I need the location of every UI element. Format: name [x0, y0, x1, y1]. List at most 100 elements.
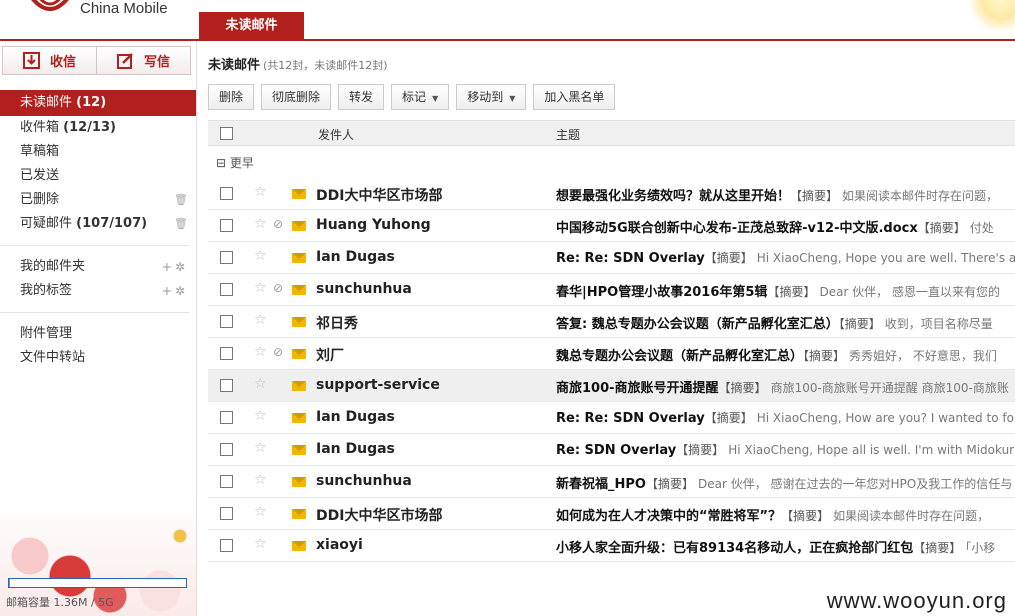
mail-preview: 如果阅读本邮件时存在问题，: [833, 509, 990, 523]
mail-subject-line: Re: Re: SDN Overlay【摘要】 Hi XiaoCheng, How…: [556, 409, 1015, 426]
row-checkbox[interactable]: [220, 315, 233, 328]
select-all-checkbox[interactable]: [220, 127, 233, 140]
star-icon[interactable]: ☆: [254, 344, 267, 360]
mail-row[interactable]: ☆ xiaoyi 小移人家全面升级：已有89134名移动人，正在疯抢部门红包【摘要】…: [208, 530, 1015, 562]
mark-label: 标记: [402, 90, 427, 104]
row-checkbox[interactable]: [220, 187, 233, 200]
mail-subject-line: 想要最强化业务绩效吗？就从这里开始！【摘要】 如果阅读本邮件时存在问题，: [556, 185, 998, 204]
summary-tag: 【摘要】: [645, 477, 694, 491]
mail-table-header: 发件人 主题: [208, 120, 1015, 146]
mail-preview: Hi XiaoCheng, Hope all is well. I'm with…: [728, 443, 1015, 457]
sidebar-divider: [0, 312, 189, 313]
compose-label: 写信: [143, 55, 170, 70]
star-icon[interactable]: ☆: [254, 184, 267, 200]
compose-button[interactable]: 写信: [96, 47, 190, 74]
mail-row[interactable]: ☆ Ian Dugas Re: SDN Overlay【摘要】 Hi XiaoChen…: [208, 434, 1015, 466]
trash-icon[interactable]: 🗑: [174, 212, 188, 236]
mail-preview: Dear 伙伴， 感谢在过去的一年您对HPO及我工作的信任与: [697, 477, 1013, 491]
mail-subject-line: 魏总专题办公会议题（新产品孵化室汇总）【摘要】 秀秀姐好， 不好意思，我们: [556, 345, 997, 364]
mail-row[interactable]: ☆ DDI大中华区市场部 如何成为在人才决策中的“常胜将军”？【摘要】 如果阅读本邮件…: [208, 498, 1015, 530]
folder-suspicious[interactable]: 可疑邮件 (107/107) 🗑: [0, 212, 196, 236]
mail-row[interactable]: ☆ ⊘ Huang Yuhong 中国移动5G联合创新中心发布-正茂总致辞-v12-中…: [208, 210, 1015, 242]
star-icon[interactable]: ☆: [254, 280, 267, 296]
folder-deleted[interactable]: 已删除 🗑: [0, 188, 196, 212]
folder-sent[interactable]: 已发送: [0, 164, 196, 188]
star-icon[interactable]: ☆: [254, 376, 267, 392]
folder-count: (12/13): [63, 120, 116, 135]
move-to-dropdown[interactable]: 移动到 ▼: [456, 84, 527, 110]
my-tags-label: 我的标签: [20, 283, 73, 298]
row-checkbox[interactable]: [220, 219, 233, 232]
folder-count: (107/107): [76, 216, 148, 231]
row-checkbox[interactable]: [220, 507, 233, 520]
mail-row[interactable]: ☆ Ian Dugas Re: Re: SDN Overlay【摘要】 Hi Xiao…: [208, 402, 1015, 434]
brand-name: China Mobile: [80, 0, 168, 17]
star-icon[interactable]: ☆: [254, 248, 267, 264]
mail-subject: 春华|HPO管理小故事2016年第5辑: [556, 285, 768, 300]
add-settings-icon[interactable]: +✲: [162, 255, 188, 279]
storage-quota-text: 邮箱容量 1.36M / 5G: [6, 596, 114, 609]
row-checkbox[interactable]: [220, 379, 233, 392]
row-checkbox[interactable]: [220, 539, 233, 552]
mail-subject: 如何成为在人才决策中的“常胜将军”？: [556, 509, 782, 524]
folder-drafts[interactable]: 草稿箱: [0, 140, 196, 164]
row-checkbox[interactable]: [220, 283, 233, 296]
add-settings-icon[interactable]: +✲: [162, 279, 188, 303]
mail-sender: 祁日秀: [316, 316, 358, 332]
column-subject[interactable]: 主题: [556, 126, 580, 143]
header-decoration: [965, 0, 1015, 30]
my-tags[interactable]: 我的标签 +✲: [0, 279, 196, 303]
mail-sender: Ian Dugas: [316, 249, 395, 265]
toolbar: 删除 彻底删除 转发 标记 ▼ 移动到 ▼ 加入黑名单: [208, 84, 616, 110]
mail-subject-line: 答复: 魏总专题办公会议题（新产品孵化室汇总）【摘要】 收到，项目名称尽量: [556, 313, 993, 332]
unread-envelope-icon: [292, 541, 306, 551]
attachment-management[interactable]: 附件管理: [0, 322, 196, 346]
row-checkbox[interactable]: [220, 251, 233, 264]
unread-envelope-icon: [292, 445, 306, 455]
trash-icon[interactable]: 🗑: [174, 188, 188, 212]
chevron-down-icon: ▼: [432, 94, 439, 103]
forward-button[interactable]: 转发: [338, 84, 385, 110]
row-checkbox[interactable]: [220, 347, 233, 360]
folder-count: (12): [76, 95, 107, 110]
page-title: 未读邮件 (共12封，未读邮件12封): [208, 54, 388, 73]
file-transfer-station[interactable]: 文件中转站: [0, 346, 196, 370]
china-mobile-logo: [31, 0, 69, 11]
collapse-icon: ⊟: [216, 156, 227, 170]
mail-row[interactable]: ☆ support-service 商旅100-商旅账号开通提醒【摘要】 商旅100-…: [208, 370, 1015, 402]
star-icon[interactable]: ☆: [254, 504, 267, 520]
add-to-blacklist-button[interactable]: 加入黑名单: [533, 84, 616, 110]
mail-row[interactable]: ☆ sunchunhua 新春祝福_HPO【摘要】 Dear 伙伴， 感谢在过去的一年…: [208, 466, 1015, 498]
mail-subject-line: Re: SDN Overlay【摘要】 Hi XiaoCheng, Hope al…: [556, 441, 1015, 458]
group-header[interactable]: ⊟ 更早: [216, 154, 254, 171]
mail-row[interactable]: ☆ ⊘ 刘厂 魏总专题办公会议题（新产品孵化室汇总）【摘要】 秀秀姐好， 不好意思，我们: [208, 338, 1015, 370]
mail-row[interactable]: ☆ ⊘ sunchunhua 春华|HPO管理小故事2016年第5辑【摘要】 Dear …: [208, 274, 1015, 306]
mail-subject-line: 春华|HPO管理小故事2016年第5辑【摘要】 Dear 伙伴， 感恩一直以来有您…: [556, 281, 1000, 300]
permanent-delete-button[interactable]: 彻底删除: [261, 84, 332, 110]
mail-row[interactable]: ☆ 祁日秀 答复: 魏总专题办公会议题（新产品孵化室汇总）【摘要】 收到，项目名称尽量: [208, 306, 1015, 338]
row-checkbox[interactable]: [220, 443, 233, 456]
attachment-icon: ⊘: [273, 281, 284, 295]
star-icon[interactable]: ☆: [254, 472, 267, 488]
mail-subject: 答复: 魏总专题办公会议题（新产品孵化室汇总）: [556, 317, 839, 332]
column-sender[interactable]: 发件人: [318, 126, 354, 143]
star-icon[interactable]: ☆: [254, 216, 267, 232]
mail-row[interactable]: ☆ Ian Dugas Re: Re: SDN Overlay【摘要】 Hi Xiao…: [208, 242, 1015, 274]
folder-unread[interactable]: 未读邮件 (12): [0, 90, 196, 116]
mark-dropdown[interactable]: 标记 ▼: [391, 84, 450, 110]
mail-row[interactable]: ☆ DDI大中华区市场部 想要最强化业务绩效吗？就从这里开始！【摘要】 如果阅读本邮件…: [208, 178, 1015, 210]
my-folders[interactable]: 我的邮件夹 +✲: [0, 255, 196, 279]
star-icon[interactable]: ☆: [254, 312, 267, 328]
delete-button[interactable]: 删除: [208, 84, 255, 110]
star-icon[interactable]: ☆: [254, 536, 267, 552]
tab-unread-mail[interactable]: 未读邮件: [199, 12, 304, 40]
star-icon[interactable]: ☆: [254, 440, 267, 456]
compose-bar: 收信 写信: [2, 46, 191, 75]
unread-envelope-icon: [292, 413, 306, 423]
receive-button[interactable]: 收信: [3, 47, 96, 74]
row-checkbox[interactable]: [220, 411, 233, 424]
row-checkbox[interactable]: [220, 475, 233, 488]
unread-envelope-icon: [292, 317, 306, 327]
folder-inbox[interactable]: 收件箱 (12/13): [0, 116, 196, 140]
star-icon[interactable]: ☆: [254, 408, 267, 424]
